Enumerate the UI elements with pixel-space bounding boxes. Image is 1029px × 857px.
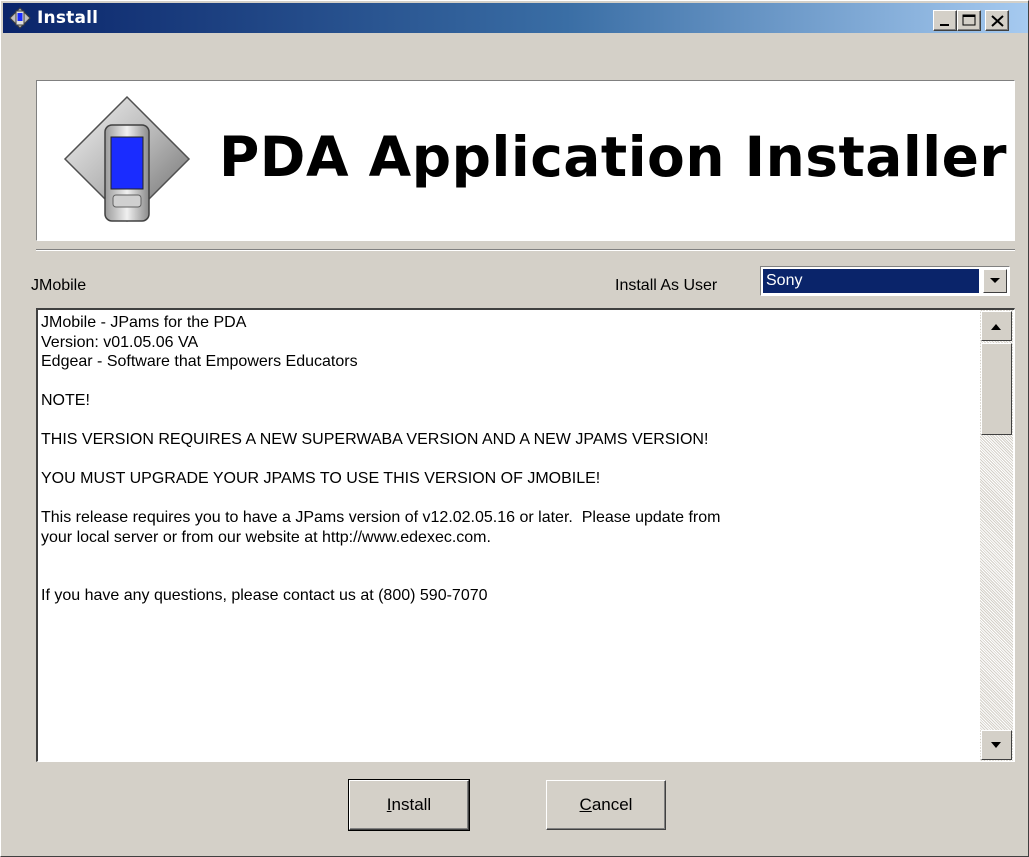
chevron-down-icon — [990, 278, 1000, 283]
notes-blank-line — [41, 567, 971, 587]
notes-line: THIS VERSION REQUIRES A NEW SUPERWABA VE… — [41, 431, 709, 448]
dropdown-button[interactable] — [983, 269, 1007, 293]
notes-line: This release requires you to have a JPam… — [41, 509, 721, 526]
minimize-icon — [940, 24, 949, 26]
scroll-thumb[interactable] — [981, 343, 1012, 435]
arrow-down-icon — [991, 742, 1001, 748]
scroll-down-button[interactable] — [981, 730, 1012, 760]
release-notes-text: JMobile - JPams for the PDA Version: v01.… — [41, 313, 971, 606]
divider — [36, 249, 1015, 251]
notes-line: Edgear - Software that Empowers Educator… — [41, 353, 358, 370]
arrow-up-icon — [991, 324, 1001, 330]
selected-user[interactable]: Sony — [763, 269, 979, 293]
scroll-up-button[interactable] — [981, 311, 1012, 341]
notes-blank-line — [41, 372, 971, 392]
window-title: Install — [37, 8, 99, 28]
install-as-user-label: Install As User — [615, 277, 718, 294]
install-window: Install PDA Application Installer JMobil… — [0, 0, 1029, 857]
maximize-icon — [962, 14, 976, 26]
cancel-button[interactable]: Cancel — [546, 780, 666, 830]
minimize-button[interactable] — [933, 10, 957, 31]
notes-blank-line — [41, 489, 971, 509]
notes-blank-line — [41, 547, 971, 567]
installer-banner: PDA Application Installer — [36, 80, 1015, 241]
notes-line: JMobile - JPams for the PDA — [41, 314, 247, 331]
notes-line: If you have any questions, please contac… — [41, 587, 488, 604]
notes-line: NOTE! — [41, 392, 90, 409]
notes-line: YOU MUST UPGRADE YOUR JPAMS TO USE THIS … — [41, 470, 601, 487]
banner-title: PDA Application Installer — [219, 125, 1008, 189]
install-button[interactable]: Install — [348, 779, 470, 831]
notes-blank-line — [41, 411, 971, 431]
notes-blank-line — [41, 450, 971, 470]
title-bar[interactable]: Install — [3, 3, 1028, 33]
close-button[interactable] — [985, 10, 1009, 31]
close-icon — [991, 15, 1004, 27]
vertical-scrollbar[interactable] — [980, 310, 1013, 761]
notes-line: your local server or from our website at… — [41, 528, 491, 546]
install-app-icon — [9, 7, 31, 29]
app-name-label: JMobile — [31, 277, 87, 294]
release-notes-textarea[interactable]: JMobile - JPams for the PDA Version: v01.… — [36, 308, 1015, 762]
maximize-button[interactable] — [957, 10, 981, 31]
install-button-label: nstall — [391, 795, 432, 814]
install-as-user-select[interactable]: Sony — [760, 266, 1010, 296]
pda-installer-icon — [63, 95, 191, 223]
notes-line: Version: v01.05.06 VA — [41, 333, 199, 351]
cancel-button-mnemonic: C — [579, 795, 592, 814]
cancel-button-label: ancel — [591, 795, 633, 814]
